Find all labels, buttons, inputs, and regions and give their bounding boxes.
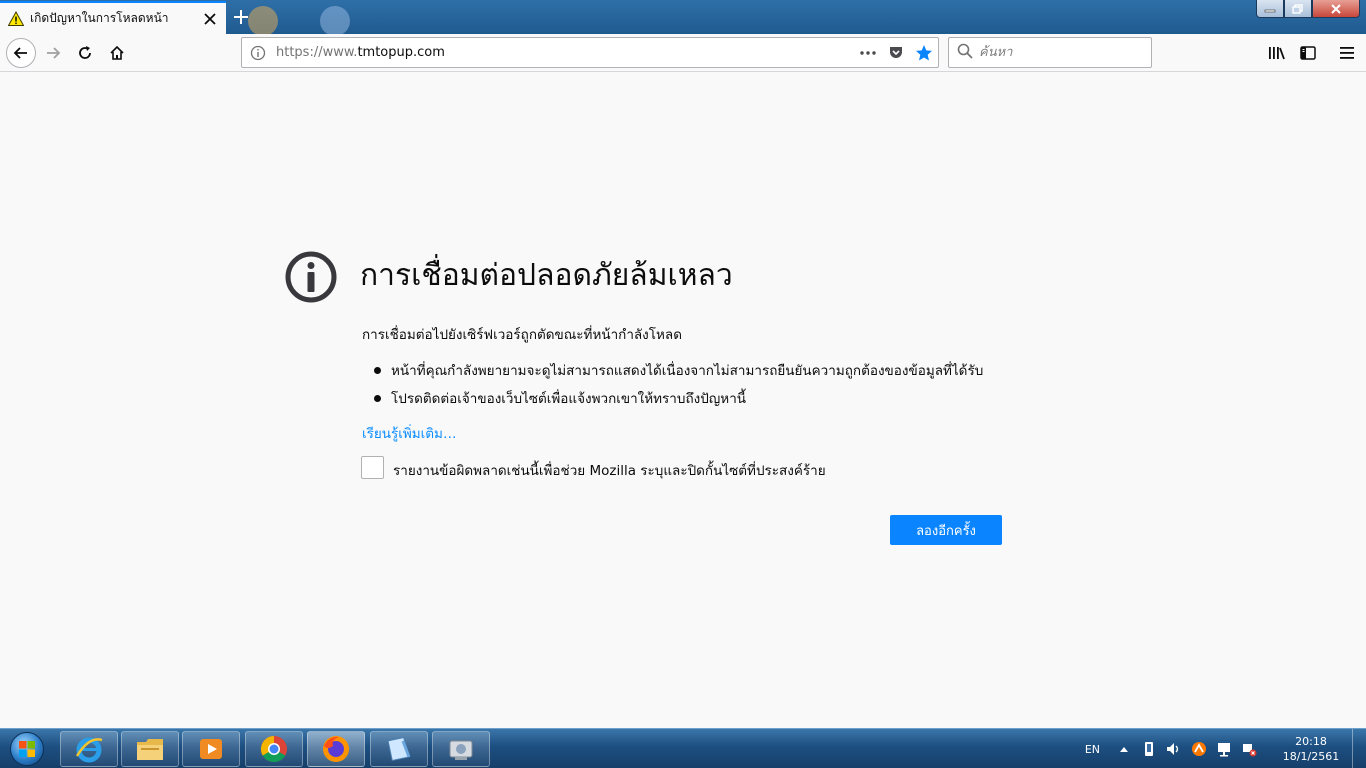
tab-title: เกิดปัญหาในการโหลดหน้า [30,11,169,25]
url-text[interactable]: https://www.tmtopup.com [276,45,854,60]
report-error-label: รายงานข้อผิดพลาดเช่นนี้เพื่อช่วย Mozilla… [393,463,826,479]
show-hidden-icons-icon[interactable] [1114,739,1134,759]
search-bar[interactable] [948,37,1152,68]
pocket-icon[interactable] [882,39,910,67]
navigation-toolbar: https://www.tmtopup.com [0,34,1366,72]
chrome-icon[interactable] [245,731,303,767]
firefox-icon[interactable] [307,731,365,767]
url-domain: tmtopup.com [357,45,445,60]
forward-arrow-icon[interactable] [38,38,68,68]
bookmark-star-icon[interactable] [910,39,938,67]
volume-icon[interactable] [1164,739,1184,759]
reload-icon[interactable] [70,38,100,68]
library-icon[interactable] [1262,38,1292,68]
sidebar-toggle-icon[interactable] [1293,38,1323,68]
page-actions-ellipsis-icon[interactable] [854,39,882,67]
hamburger-menu-icon[interactable] [1332,38,1362,68]
list-item: หน้าที่คุณกำลังพยายามจะดูไม่สามารถแสดงได… [374,356,983,384]
home-icon[interactable] [102,38,132,68]
new-tab-plus-icon[interactable] [230,6,252,28]
network-app-icon[interactable] [432,731,490,767]
windows-taskbar: EN 20:18 18/1/2561 [0,728,1366,768]
media-player-icon[interactable] [182,731,240,767]
restore-icon[interactable] [1284,0,1312,18]
system-clock[interactable]: 20:18 18/1/2561 [1276,734,1346,764]
device-icon[interactable] [1139,739,1159,759]
clock-date: 18/1/2561 [1282,750,1340,763]
system-tray: EN 20:18 18/1/2561 [1085,729,1366,768]
avast-antivirus-icon[interactable] [1189,739,1209,759]
error-reasons-list: หน้าที่คุณกำลังพยายามจะดูไม่สามารถแสดงได… [374,356,983,412]
tab-active[interactable]: เกิดปัญหาในการโหลดหน้า [0,1,226,34]
window-controls [1256,0,1360,18]
tab-strip: เกิดปัญหาในการโหลดหน้า [0,0,1366,36]
clock-time: 20:18 [1295,735,1327,748]
internet-explorer-icon[interactable] [60,731,118,767]
show-desktop-button[interactable] [1352,729,1366,768]
window-close-icon[interactable] [1312,0,1360,18]
network-disconnected-icon[interactable] [1239,739,1259,759]
warning-icon [8,10,24,27]
url-bar[interactable]: https://www.tmtopup.com [241,37,939,68]
url-prefix: https://www. [276,45,358,60]
learn-more-link[interactable]: เรียนรู้เพิ่มเติม… [362,422,456,444]
site-info-icon[interactable] [250,45,270,61]
action-center-flag-icon[interactable] [1214,739,1234,759]
try-again-button[interactable]: ลองอีกครั้ง [890,515,1002,545]
minimize-icon[interactable] [1256,0,1284,18]
tab-close-icon[interactable] [202,11,218,27]
list-item: โปรดติดต่อเจ้าของเว็บไซต์เพื่อแจ้งพวกเขา… [374,384,983,412]
desktop-bg-icon [320,6,350,36]
error-page: การเชื่อมต่อปลอดภัยล้มเหลว การเชื่อมต่อไ… [0,72,1366,728]
file-explorer-icon[interactable] [121,731,179,767]
search-input[interactable] [979,45,1139,60]
info-circle-icon [284,250,338,304]
start-button[interactable] [4,730,50,768]
back-arrow-icon[interactable] [6,38,36,68]
error-description: การเชื่อมต่อไปยังเซิร์ฟเวอร์ถูกตัดขณะที่… [362,327,682,343]
report-error-checkbox[interactable] [361,456,384,479]
desktop-bg-icon [248,6,278,36]
language-indicator[interactable]: EN [1085,743,1100,756]
windows-logo-icon [10,732,44,766]
notepad-icon[interactable] [370,731,428,767]
search-icon [957,43,973,63]
error-title: การเชื่อมต่อปลอดภัยล้มเหลว [360,258,733,293]
